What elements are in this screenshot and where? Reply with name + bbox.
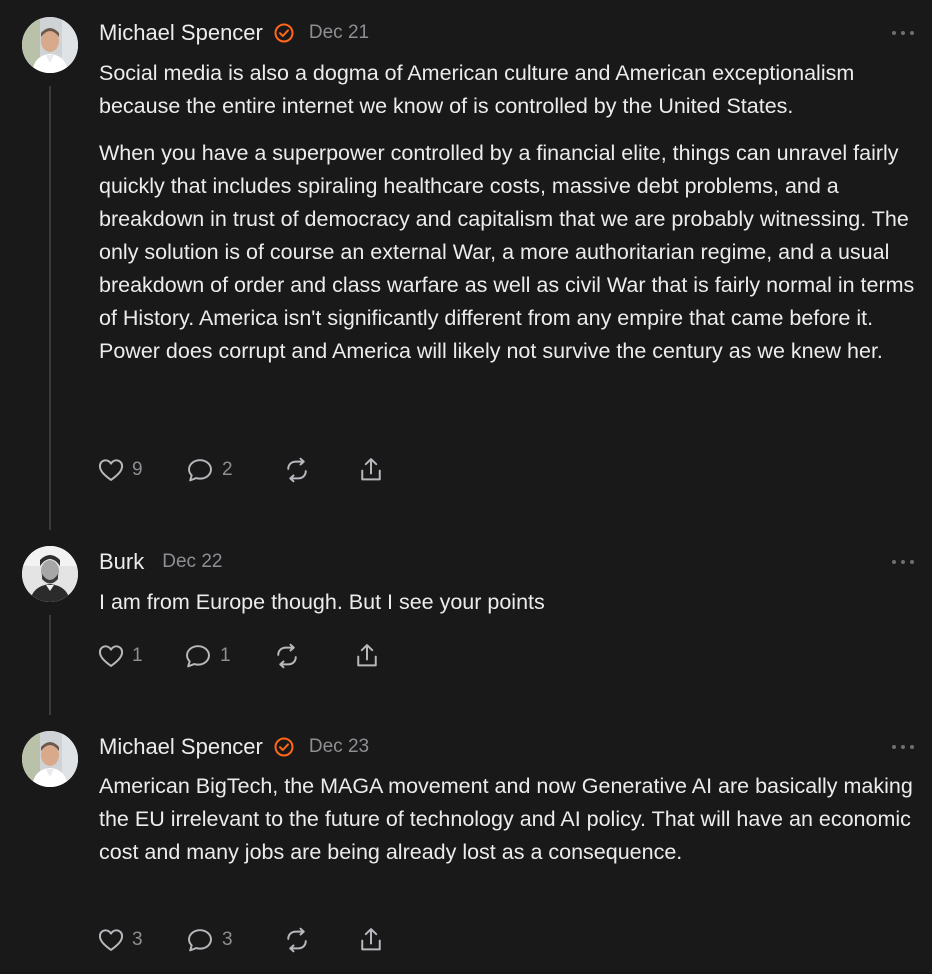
comment-header: Michael Spencer Dec 21: [99, 17, 369, 49]
comment-body: I am from Europe though. But I see your …: [99, 586, 917, 633]
thread-line: [49, 615, 51, 715]
comment-date[interactable]: Dec 21: [309, 22, 369, 44]
comment-actions: 1 1: [97, 639, 393, 673]
comment-bubble-icon: [188, 929, 212, 952]
comment-paragraph: American BigTech, the MAGA movement and …: [99, 774, 913, 864]
restack-button[interactable]: [283, 923, 357, 957]
restack-icon: [287, 927, 307, 953]
avatar[interactable]: [22, 17, 78, 73]
reply-count: 1: [220, 645, 231, 666]
like-button[interactable]: 1: [97, 639, 183, 673]
share-button[interactable]: [353, 639, 393, 673]
heart-icon: [98, 929, 124, 951]
like-button[interactable]: 3: [97, 923, 185, 957]
heart-icon: [98, 459, 124, 481]
share-icon: [361, 928, 381, 951]
comment-date[interactable]: Dec 22: [162, 551, 222, 573]
comment-header: Michael Spencer Dec 23: [99, 731, 369, 763]
author-name[interactable]: Michael Spencer: [99, 734, 263, 760]
comment-paragraph: When you have a superpower controlled by…: [99, 141, 915, 363]
comment-bubble-icon: [186, 645, 210, 668]
avatar[interactable]: [22, 731, 78, 787]
like-count: 3: [132, 929, 143, 950]
share-icon: [357, 644, 377, 667]
reply-button[interactable]: 2: [185, 453, 283, 487]
thread-line: [49, 86, 51, 530]
verified-badge-icon: [273, 22, 295, 44]
comment-header: Burk Dec 22: [99, 546, 222, 578]
avatar-photo: [22, 731, 78, 787]
like-count: 9: [132, 459, 143, 480]
like-count: 1: [132, 645, 143, 666]
comment-body: Social media is also a dogma of American…: [99, 57, 917, 382]
share-icon: [361, 458, 381, 481]
comment-date[interactable]: Dec 23: [309, 736, 369, 758]
reply-button[interactable]: 1: [183, 639, 273, 673]
reply-button[interactable]: 3: [185, 923, 283, 957]
avatar[interactable]: [22, 546, 78, 602]
heart-icon: [98, 645, 124, 667]
author-name[interactable]: Michael Spencer: [99, 20, 263, 46]
avatar-photo: [22, 17, 78, 73]
more-options-icon[interactable]: [892, 557, 914, 567]
comment-bubble-icon: [188, 459, 212, 482]
avatar-photo: [22, 546, 78, 602]
share-button[interactable]: [357, 453, 397, 487]
reply-count: 3: [222, 929, 233, 950]
share-button[interactable]: [357, 923, 397, 957]
verified-badge-icon: [273, 736, 295, 758]
comment-actions: 3 3: [97, 923, 397, 957]
restack-button[interactable]: [273, 639, 353, 673]
restack-icon: [287, 457, 307, 483]
comment-actions: 9 2: [97, 453, 397, 487]
comment-paragraph: Social media is also a dogma of American…: [99, 61, 855, 118]
restack-button[interactable]: [283, 453, 357, 487]
more-options-icon[interactable]: [892, 28, 914, 38]
comment-body: American BigTech, the MAGA movement and …: [99, 770, 917, 883]
like-button[interactable]: 9: [97, 453, 185, 487]
more-options-icon[interactable]: [892, 742, 914, 752]
author-name[interactable]: Burk: [99, 549, 144, 575]
comment-paragraph: I am from Europe though. But I see your …: [99, 590, 545, 614]
reply-count: 2: [222, 459, 233, 480]
restack-icon: [277, 643, 297, 669]
